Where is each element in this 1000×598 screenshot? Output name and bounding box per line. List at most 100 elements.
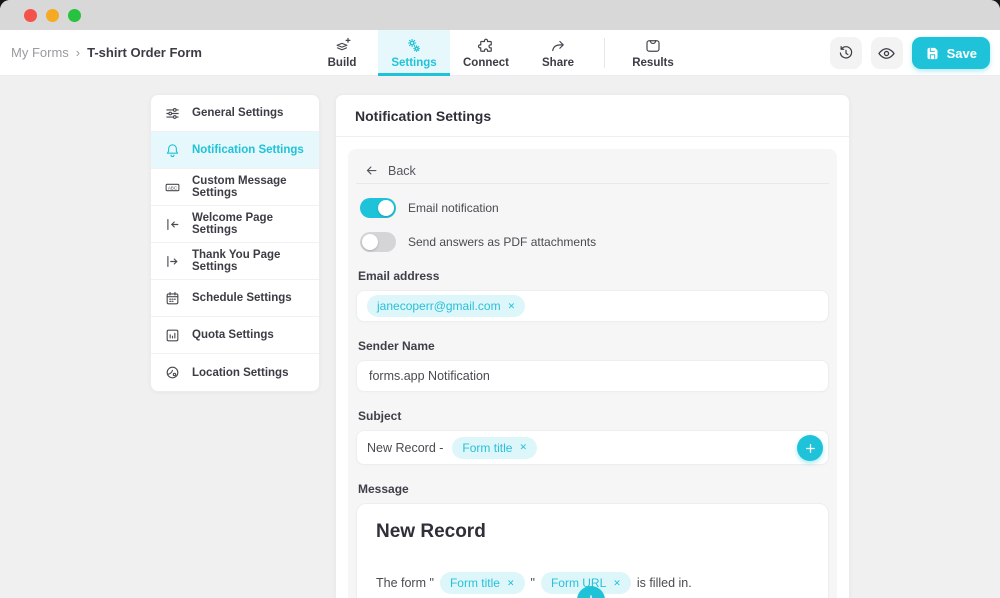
floppy-disk-icon [925,46,940,61]
sender-name-label: Sender Name [358,339,829,353]
abc-box-icon: ABC [164,179,181,196]
app-window: My Forms › T-shirt Order Form Build [0,0,1000,598]
sidebar-item-thank-you-page-settings[interactable]: Thank You Page Settings [151,243,319,280]
remove-form-title-icon[interactable]: ✕ [507,578,515,589]
sidebar-item-schedule-settings[interactable]: Schedule Settings [151,280,319,317]
tab-settings[interactable]: Settings [378,30,450,76]
sidebar-item-label: Quota Settings [192,329,274,341]
email-chip: janecoperr@gmail.com ✕ [367,295,525,317]
save-label: Save [947,46,977,61]
message-heading: New Record [376,521,809,543]
tab-label: Results [632,57,674,69]
breadcrumb: My Forms › T-shirt Order Form [0,45,202,60]
tab-label: Share [542,57,574,69]
toggle-label: Send answers as PDF attachments [408,235,596,249]
bar-chart-icon [164,327,181,344]
tab-label: Settings [391,57,436,69]
pdf-attachments-toggle[interactable] [360,232,396,252]
sidebar-item-label: Welcome Page Settings [192,212,319,236]
arrow-to-bar-icon [164,216,181,233]
layers-plus-icon [333,37,351,55]
message-text-quote: " [531,576,535,590]
email-address-label: Email address [358,269,829,283]
zoom-window-button[interactable] [68,9,81,22]
message-text-prefix: The form " [376,576,434,590]
toggle-label: Email notification [408,201,499,215]
form-title-chip: Form title ✕ [440,572,525,594]
tab-divider [604,38,605,68]
sidebar-item-label: Custom Message Settings [192,175,319,199]
sidebar-item-location-settings[interactable]: Location Settings [151,354,319,391]
tab-label: Build [328,57,357,69]
tab-share[interactable]: Share [522,30,594,76]
sidebar-item-custom-message-settings[interactable]: ABC Custom Message Settings [151,169,319,206]
sidebar-item-notification-settings[interactable]: Notification Settings [151,132,319,169]
content-area: General Settings Notification Settings A… [0,76,1000,598]
preview-button[interactable] [871,37,903,69]
share-arrow-icon [549,37,567,55]
tab-label: Connect [463,57,509,69]
email-notification-toggle[interactable] [360,198,396,218]
history-icon [837,44,855,62]
sidebar-item-quota-settings[interactable]: Quota Settings [151,317,319,354]
remove-form-url-icon[interactable]: ✕ [613,578,621,589]
back-arrow-icon [364,163,379,178]
pdf-attachments-row: Send answers as PDF attachments [360,232,829,252]
puzzle-icon [477,37,495,55]
toggle-knob [378,200,394,216]
notification-settings-panel: Notification Settings Back Email notific… [335,94,850,598]
subject-text: New Record - [367,441,443,455]
sliders-icon [164,105,181,122]
form-title-chip-text: Form title [450,576,500,590]
arrow-from-bar-icon [164,253,181,270]
history-button[interactable] [830,37,862,69]
bell-icon [164,142,181,159]
back-label: Back [388,164,416,178]
sidebar-item-welcome-page-settings[interactable]: Welcome Page Settings [151,206,319,243]
breadcrumb-my-forms[interactable]: My Forms [11,45,69,60]
subject-input[interactable]: New Record - Form title ✕ [356,430,829,465]
window-titlebar [0,0,1000,30]
header-actions: Save [830,37,990,69]
calendar-icon [164,290,181,307]
panel-body: Back Email notification Send answers as … [348,149,837,598]
panel-title: Notification Settings [336,95,849,137]
eye-icon [877,44,896,63]
remove-form-title-icon[interactable]: ✕ [519,442,527,453]
remove-email-icon[interactable]: ✕ [508,301,516,312]
message-label: Message [358,482,829,496]
message-editor[interactable]: New Record The form " Form title ✕ " For… [356,503,829,598]
back-button[interactable]: Back [356,158,829,184]
app-header: My Forms › T-shirt Order Form Build [0,30,1000,76]
add-subject-field-button[interactable] [797,435,823,461]
tab-results[interactable]: Results [617,30,689,76]
sidebar-item-label: General Settings [192,107,283,119]
sidebar-item-label: Schedule Settings [192,292,292,304]
tab-build[interactable]: Build [306,30,378,76]
sidebar-item-general-settings[interactable]: General Settings [151,95,319,132]
breadcrumb-form-name: T-shirt Order Form [87,45,202,60]
sender-name-field [356,360,829,392]
svg-text:ABC: ABC [168,185,177,190]
breadcrumb-separator: › [76,45,80,60]
tab-connect[interactable]: Connect [450,30,522,76]
email-notification-row: Email notification [360,198,829,218]
sidebar-item-label: Thank You Page Settings [192,249,319,273]
subject-label: Subject [358,409,829,423]
toggle-knob [362,234,378,250]
message-text-suffix: is filled in. [637,576,692,590]
sidebar-item-label: Notification Settings [192,144,304,156]
sender-name-input[interactable] [367,368,818,384]
form-title-chip-text: Form title [462,441,512,455]
close-window-button[interactable] [24,9,37,22]
globe-icon [164,364,181,381]
form-title-chip: Form title ✕ [452,437,537,459]
save-button[interactable]: Save [912,37,990,69]
main-nav-tabs: Build Settings [306,30,689,76]
minimize-window-button[interactable] [46,9,59,22]
settings-sidebar: General Settings Notification Settings A… [150,94,320,392]
sidebar-item-label: Location Settings [192,367,288,379]
email-chip-text: janecoperr@gmail.com [377,299,501,313]
email-address-input[interactable]: janecoperr@gmail.com ✕ [356,290,829,322]
gears-icon [405,37,423,55]
